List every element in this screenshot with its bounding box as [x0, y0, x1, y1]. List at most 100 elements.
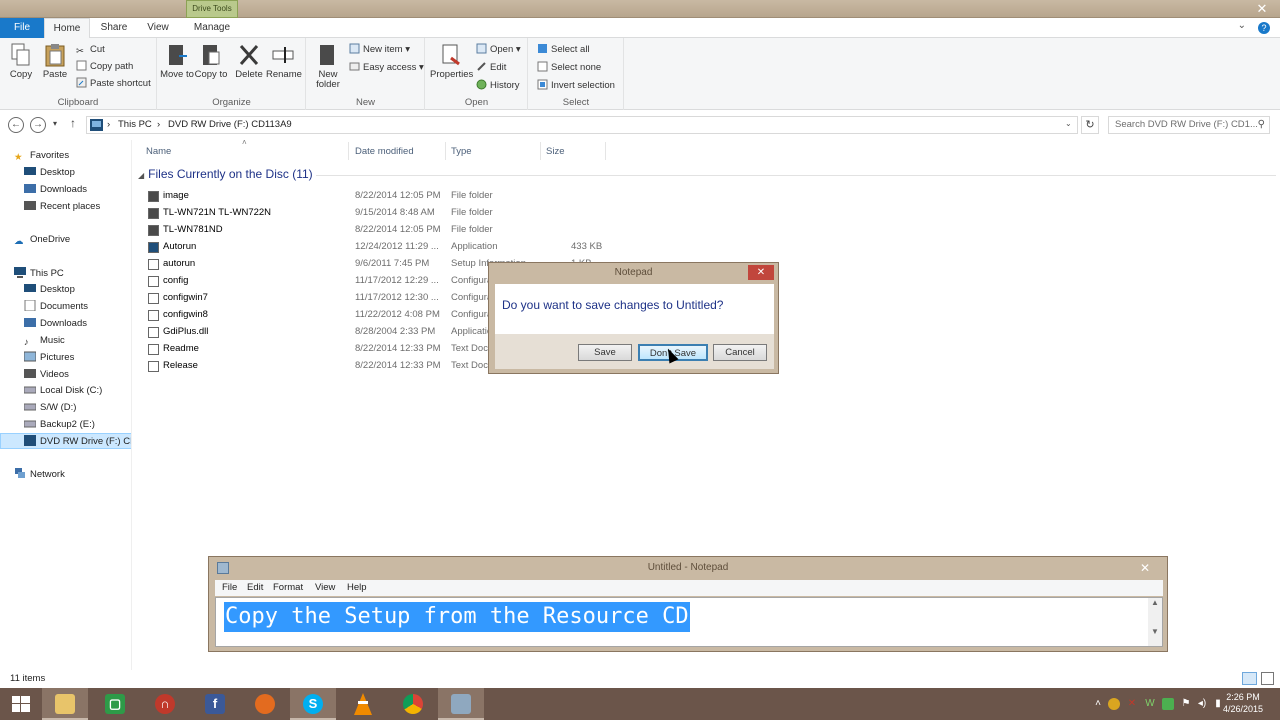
menu-file[interactable]: File [222, 582, 237, 593]
tab-share[interactable]: Share [94, 18, 134, 38]
notepad-close-button[interactable]: ✕ [1133, 559, 1157, 577]
cancel-button[interactable]: Cancel [713, 344, 767, 361]
breadcrumb-drive[interactable]: DVD RW Drive (F:) CD113A9 [168, 119, 292, 130]
help-icon[interactable]: ? [1258, 22, 1270, 34]
paste-button[interactable]: Paste [38, 42, 72, 80]
large-icons-view-icon[interactable] [1261, 672, 1274, 685]
nav-network[interactable]: Network [14, 467, 131, 483]
chevron-down-icon[interactable]: ⌄ [1238, 20, 1246, 31]
forward-arrow-icon[interactable]: → [30, 117, 46, 133]
file-row[interactable]: TL-WN721N TL-WN722N 9/15/2014 8:48 AM File… [144, 205, 844, 221]
new-item-button[interactable]: New item ▾ [349, 42, 410, 57]
window-close-button[interactable]: ✕ [1252, 1, 1272, 17]
save-button[interactable]: Save [578, 344, 632, 361]
nav-downloads[interactable]: Downloads [24, 182, 131, 198]
tab-view[interactable]: View [138, 18, 178, 38]
nav-videos[interactable]: Videos [24, 367, 131, 383]
file-group-header[interactable]: ◢ Files Currently on the Disc (11) [138, 167, 313, 181]
tray-app-icon[interactable]: W [1144, 698, 1156, 710]
invert-selection-button[interactable]: Invert selection [537, 78, 615, 93]
easy-access-button[interactable]: Easy access ▾ [349, 60, 424, 75]
tab-home[interactable]: Home [44, 18, 90, 39]
column-separator[interactable] [445, 142, 446, 160]
nav-pc-downloads[interactable]: Downloads [24, 316, 131, 332]
nav-backup2-drive[interactable]: Backup2 (E:) [24, 417, 131, 433]
file-row[interactable]: image 8/22/2014 12:05 PM File folder [144, 188, 844, 204]
tab-manage[interactable]: Manage [186, 18, 238, 38]
nav-local-disk[interactable]: Local Disk (C:) [24, 383, 131, 399]
nav-onedrive[interactable]: ☁ OneDrive [14, 232, 131, 248]
open-button[interactable]: Open ▾ [476, 42, 521, 57]
file-row[interactable]: TL-WN781ND 8/22/2014 12:05 PM File folder [144, 222, 844, 238]
select-all-button[interactable]: Select all [537, 42, 590, 57]
back-arrow-icon[interactable]: ← [8, 117, 24, 133]
recent-locations-chevron-icon[interactable]: ▾ [53, 119, 57, 128]
properties-button[interactable]: Properties [430, 42, 473, 80]
search-input[interactable]: Search DVD RW Drive (F:) CD1... ⚲ [1108, 116, 1270, 134]
rename-button[interactable]: Rename [266, 42, 302, 80]
column-date-modified[interactable]: Date modified [355, 146, 414, 157]
new-folder-button[interactable]: New folder [311, 42, 345, 90]
column-type[interactable]: Type [451, 146, 472, 157]
tray-app-icon[interactable]: ✕ [1126, 698, 1138, 710]
volume-icon[interactable]: ◂) [1196, 698, 1208, 710]
notepad-text-area[interactable]: Copy the Setup from the Resource CD ▲ ▼ [215, 597, 1163, 647]
select-none-button[interactable]: Select none [537, 60, 601, 75]
paste-shortcut-button[interactable]: Paste shortcut [76, 76, 151, 91]
history-button[interactable]: History [476, 78, 520, 93]
taskbar-music[interactable]: ∩ [142, 688, 188, 720]
column-size[interactable]: Size [546, 146, 564, 157]
tray-app-icon[interactable] [1162, 698, 1174, 710]
menu-help[interactable]: Help [347, 582, 367, 593]
menu-edit[interactable]: Edit [247, 582, 263, 593]
copy-button[interactable]: Copy [4, 42, 38, 80]
taskbar-firefox[interactable] [242, 688, 288, 720]
up-arrow-icon[interactable]: ↑ [70, 116, 76, 130]
column-separator[interactable] [605, 142, 606, 160]
group-collapse-icon[interactable]: ◢ [138, 171, 144, 180]
taskbar-skype[interactable]: S [290, 688, 336, 720]
edit-button[interactable]: Edit [476, 60, 506, 75]
taskbar-clock[interactable]: 2:26 PM 4/26/2015 [1218, 691, 1268, 715]
column-separator[interactable] [348, 142, 349, 160]
selected-text[interactable]: Copy the Setup from the Resource CD [224, 602, 690, 632]
nav-dvd-drive[interactable]: DVD RW Drive (F:) CD [0, 433, 131, 449]
details-view-icon[interactable] [1242, 672, 1257, 685]
nav-music[interactable]: ♪ Music [24, 333, 131, 349]
file-row[interactable]: Autorun 12/24/2012 11:29 ... Application 43… [144, 239, 844, 255]
taskbar-file-explorer[interactable] [42, 688, 88, 720]
menu-view[interactable]: View [315, 582, 335, 593]
start-button[interactable] [0, 688, 46, 720]
breadcrumb-this-pc[interactable]: This PC [118, 119, 152, 130]
menu-format[interactable]: Format [273, 582, 303, 593]
taskbar-facebook[interactable]: f [192, 688, 238, 720]
column-separator[interactable] [540, 142, 541, 160]
column-name[interactable]: Name [146, 146, 171, 157]
nav-documents[interactable]: Documents [24, 299, 131, 315]
action-center-flag-icon[interactable]: ⚑ [1180, 698, 1192, 710]
taskbar-notepad[interactable] [438, 688, 484, 720]
dialog-close-button[interactable]: ✕ [748, 265, 774, 280]
nav-favorites[interactable]: ★ Favorites [14, 148, 131, 164]
address-dropdown-icon[interactable]: ⌄ [1065, 119, 1072, 128]
nav-pictures[interactable]: Pictures [24, 350, 131, 366]
refresh-icon[interactable]: ↻ [1081, 116, 1099, 134]
nav-sw-drive[interactable]: S/W (D:) [24, 400, 131, 416]
scroll-up-icon[interactable]: ▲ [1148, 598, 1162, 607]
address-bar[interactable]: › This PC › DVD RW Drive (F:) CD113A9 ⌄ [86, 116, 1078, 134]
scroll-down-icon[interactable]: ▼ [1148, 627, 1162, 636]
cut-button[interactable]: ✂ Cut [76, 42, 105, 57]
show-hidden-icons-icon[interactable]: ˄ [1092, 698, 1104, 710]
taskbar-chrome[interactable] [390, 688, 436, 720]
delete-button[interactable]: Delete [232, 42, 266, 80]
tab-file[interactable]: File [0, 18, 44, 38]
move-to-button[interactable]: Move to [160, 42, 194, 80]
tray-app-icon[interactable] [1108, 698, 1120, 710]
nav-this-pc[interactable]: This PC [14, 266, 131, 282]
nav-desktop[interactable]: Desktop [24, 165, 131, 181]
nav-recent-places[interactable]: Recent places [24, 199, 131, 215]
copy-to-button[interactable]: Copy to [194, 42, 228, 80]
copy-path-button[interactable]: Copy path [76, 59, 133, 74]
vertical-scrollbar[interactable]: ▲ ▼ [1148, 598, 1162, 646]
taskbar-store[interactable]: ▢ [92, 688, 138, 720]
